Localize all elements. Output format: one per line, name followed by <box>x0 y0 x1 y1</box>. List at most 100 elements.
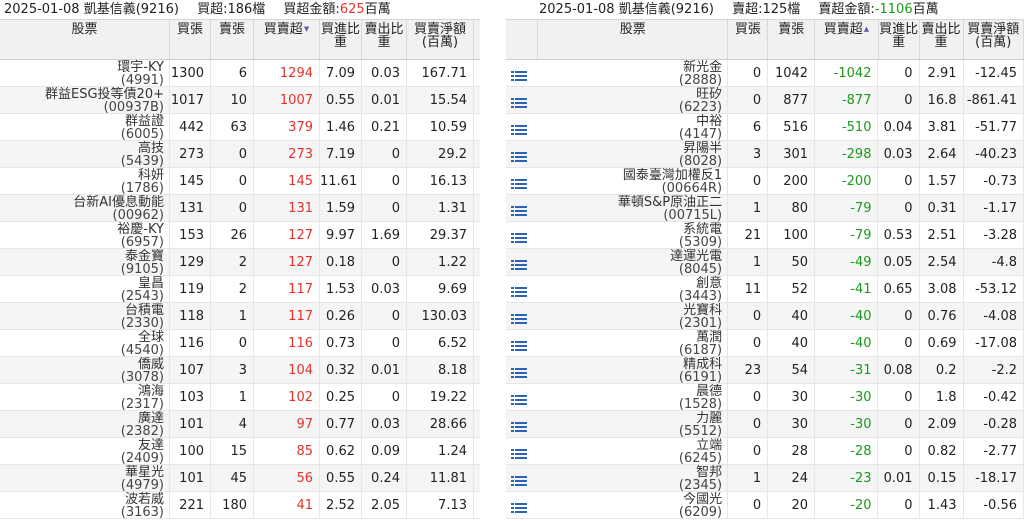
header-buy[interactable]: 買張 <box>728 20 769 59</box>
table-row[interactable]: 智邦 (2345) 1 24 -23 0.01 0.15 -18.17 <box>506 465 1024 492</box>
row-menu-button[interactable] <box>506 330 538 356</box>
header-sell-ratio[interactable]: 賣出比重 <box>920 20 964 59</box>
table-row[interactable]: 創意 (3443) 11 52 -41 0.65 3.08 -53.12 <box>506 276 1024 303</box>
row-menu-button[interactable] <box>506 438 538 464</box>
table-row[interactable]: 旺矽 (6223) 0 877 -877 0 16.8 -861.41 <box>506 87 1024 114</box>
row-menu-button[interactable] <box>506 411 538 437</box>
table-row[interactable]: 環宇-KY (4991) 1300 6 1294 7.09 0.03 167.71 <box>0 60 480 87</box>
row-menu-button[interactable] <box>506 168 538 194</box>
stock-cell[interactable]: 華星光 (4979) <box>0 465 170 491</box>
header-amount[interactable]: 買賣淨額(百萬) <box>964 20 1024 59</box>
header-stock[interactable]: 股票 <box>538 20 729 59</box>
row-menu-button[interactable] <box>506 87 538 113</box>
stock-cell[interactable]: 群益ESG投等債20+ (00937B) <box>0 87 170 113</box>
stock-cell[interactable]: 台積電 (2330) <box>0 303 170 329</box>
stock-cell[interactable]: 系統電 (5309) <box>538 222 729 248</box>
stock-cell[interactable]: 新光金 (2888) <box>538 60 729 86</box>
header-net[interactable]: 買賣超▲ <box>815 20 879 59</box>
stock-cell[interactable]: 創意 (3443) <box>538 276 729 302</box>
header-net[interactable]: 買賣超▼ <box>254 20 320 59</box>
table-row[interactable]: 萬潤 (6187) 0 40 -40 0 0.69 -17.08 <box>506 330 1024 357</box>
header-stock[interactable]: 股票 <box>0 20 170 59</box>
stock-cell[interactable]: 晨德 (1528) <box>538 384 729 410</box>
table-row[interactable]: 科妍 (1786) 145 0 145 11.61 0 16.13 <box>0 168 480 195</box>
stock-cell[interactable]: 科妍 (1786) <box>0 168 170 194</box>
stock-cell[interactable]: 中裕 (4147) <box>538 114 729 140</box>
stock-cell[interactable]: 環宇-KY (4991) <box>0 60 170 86</box>
table-row[interactable]: 廣達 (2382) 101 4 97 0.77 0.03 28.66 <box>0 411 480 438</box>
table-row[interactable]: 中裕 (4147) 6 516 -510 0.04 3.81 -51.77 <box>506 114 1024 141</box>
stock-cell[interactable]: 光寶科 (2301) <box>538 303 729 329</box>
stock-cell[interactable]: 昇陽半 (8028) <box>538 141 729 167</box>
row-menu-button[interactable] <box>506 114 538 140</box>
header-sell[interactable]: 賣張 <box>768 20 816 59</box>
table-row[interactable]: 波若威 (3163) 221 180 41 2.52 2.05 7.13 <box>0 492 480 519</box>
stock-cell[interactable]: 全球 (4540) <box>0 330 170 356</box>
stock-cell[interactable]: 皇昌 (2543) <box>0 276 170 302</box>
header-buy-ratio[interactable]: 買進比重 <box>320 20 362 59</box>
row-menu-button[interactable] <box>506 195 538 221</box>
header-sell-ratio[interactable]: 賣出比重 <box>362 20 407 59</box>
stock-cell[interactable]: 智邦 (2345) <box>538 465 729 491</box>
table-row[interactable]: 友達 (2409) 100 15 85 0.62 0.09 1.24 <box>0 438 480 465</box>
table-row[interactable]: 台積電 (2330) 118 1 117 0.26 0 130.03 <box>0 303 480 330</box>
table-row[interactable]: 新光金 (2888) 0 1042 -1042 0 2.91 -12.45 <box>506 60 1024 87</box>
stock-cell[interactable]: 台新AI優息動能 (00962) <box>0 195 170 221</box>
table-row[interactable]: 精成科 (6191) 23 54 -31 0.08 0.2 -2.2 <box>506 357 1024 384</box>
stock-cell[interactable]: 波若威 (3163) <box>0 492 170 518</box>
header-sell[interactable]: 賣張 <box>211 20 254 59</box>
stock-cell[interactable]: 廣達 (2382) <box>0 411 170 437</box>
table-row[interactable]: 裕慶-KY (6957) 153 26 127 9.97 1.69 29.37 <box>0 222 480 249</box>
table-row[interactable]: 昇陽半 (8028) 3 301 -298 0.03 2.64 -40.23 <box>506 141 1024 168</box>
table-row[interactable]: 立端 (6245) 0 28 -28 0 0.82 -2.77 <box>506 438 1024 465</box>
stock-cell[interactable]: 萬潤 (6187) <box>538 330 729 356</box>
table-row[interactable]: 群益ESG投等債20+ (00937B) 1017 10 1007 0.55 0.01 15.… <box>0 87 480 114</box>
row-menu-button[interactable] <box>506 60 538 86</box>
row-menu-button[interactable] <box>506 222 538 248</box>
row-menu-button[interactable] <box>506 303 538 329</box>
row-menu-button[interactable] <box>506 357 538 383</box>
table-row[interactable]: 國泰臺灣加權反1 (00664R) 0 200 -200 0 1.57 -0.73 <box>506 168 1024 195</box>
row-menu-button[interactable] <box>506 141 538 167</box>
row-menu-button[interactable] <box>506 276 538 302</box>
stock-cell[interactable]: 鴻海 (2317) <box>0 384 170 410</box>
header-buy[interactable]: 買張 <box>170 20 211 59</box>
table-row[interactable]: 華星光 (4979) 101 45 56 0.55 0.24 11.81 <box>0 465 480 492</box>
stock-cell[interactable]: 泰金寶 (9105) <box>0 249 170 275</box>
table-row[interactable]: 台新AI優息動能 (00962) 131 0 131 1.59 0 1.31 <box>0 195 480 222</box>
table-row[interactable]: 力麗 (5512) 0 30 -30 0 2.09 -0.28 <box>506 411 1024 438</box>
stock-cell[interactable]: 僑威 (3078) <box>0 357 170 383</box>
stock-cell[interactable]: 立端 (6245) <box>538 438 729 464</box>
stock-cell[interactable]: 今國光 (6209) <box>538 492 729 518</box>
stock-cell[interactable]: 達運光電 (8045) <box>538 249 729 275</box>
header-amount[interactable]: 買賣淨額(百萬) <box>407 20 474 59</box>
row-menu-button[interactable] <box>506 492 538 518</box>
table-row[interactable]: 高技 (5439) 273 0 273 7.19 0 29.2 <box>0 141 480 168</box>
table-row[interactable]: 光寶科 (2301) 0 40 -40 0 0.76 -4.08 <box>506 303 1024 330</box>
stock-cell[interactable]: 裕慶-KY (6957) <box>0 222 170 248</box>
header-buy-ratio[interactable]: 買進比重 <box>879 20 920 59</box>
sort-up-icon[interactable]: ▲ <box>864 25 869 33</box>
table-row[interactable]: 華頓S&P原油正二 (00715L) 1 80 -79 0 0.31 -1.17 <box>506 195 1024 222</box>
stock-cell[interactable]: 友達 (2409) <box>0 438 170 464</box>
stock-cell[interactable]: 高技 (5439) <box>0 141 170 167</box>
table-row[interactable]: 皇昌 (2543) 119 2 117 1.53 0.03 9.69 <box>0 276 480 303</box>
row-menu-button[interactable] <box>506 465 538 491</box>
row-menu-button[interactable] <box>506 249 538 275</box>
table-row[interactable]: 僑威 (3078) 107 3 104 0.32 0.01 8.18 <box>0 357 480 384</box>
table-row[interactable]: 晨德 (1528) 0 30 -30 0 1.8 -0.42 <box>506 384 1024 411</box>
table-row[interactable]: 群益證 (6005) 442 63 379 1.46 0.21 10.59 <box>0 114 480 141</box>
row-menu-button[interactable] <box>506 384 538 410</box>
stock-cell[interactable]: 旺矽 (6223) <box>538 87 729 113</box>
table-row[interactable]: 鴻海 (2317) 103 1 102 0.25 0 19.22 <box>0 384 480 411</box>
stock-cell[interactable]: 華頓S&P原油正二 (00715L) <box>538 195 729 221</box>
table-row[interactable]: 泰金寶 (9105) 129 2 127 0.18 0 1.22 <box>0 249 480 276</box>
table-row[interactable]: 達運光電 (8045) 1 50 -49 0.05 2.54 -4.8 <box>506 249 1024 276</box>
stock-cell[interactable]: 力麗 (5512) <box>538 411 729 437</box>
table-row[interactable]: 今國光 (6209) 0 20 -20 0 1.43 -0.56 <box>506 492 1024 519</box>
sort-down-icon[interactable]: ▼ <box>304 25 309 33</box>
stock-cell[interactable]: 國泰臺灣加權反1 (00664R) <box>538 168 729 194</box>
table-row[interactable]: 系統電 (5309) 21 100 -79 0.53 2.51 -3.28 <box>506 222 1024 249</box>
stock-cell[interactable]: 群益證 (6005) <box>0 114 170 140</box>
stock-cell[interactable]: 精成科 (6191) <box>538 357 729 383</box>
